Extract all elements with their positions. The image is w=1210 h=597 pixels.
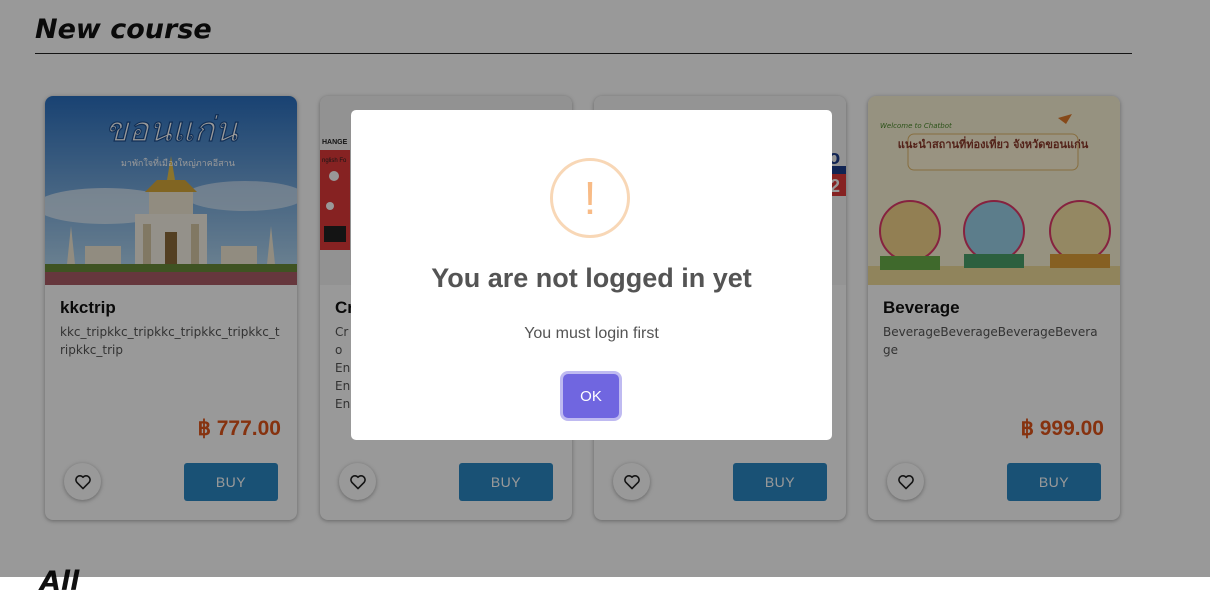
ok-button[interactable]: OK	[563, 374, 619, 418]
login-required-dialog: ! You are not logged in yet You must log…	[351, 110, 832, 440]
dialog-title: You are not logged in yet	[431, 263, 752, 293]
warning-icon: !	[550, 158, 630, 238]
dialog-message: You must login first	[524, 325, 659, 342]
